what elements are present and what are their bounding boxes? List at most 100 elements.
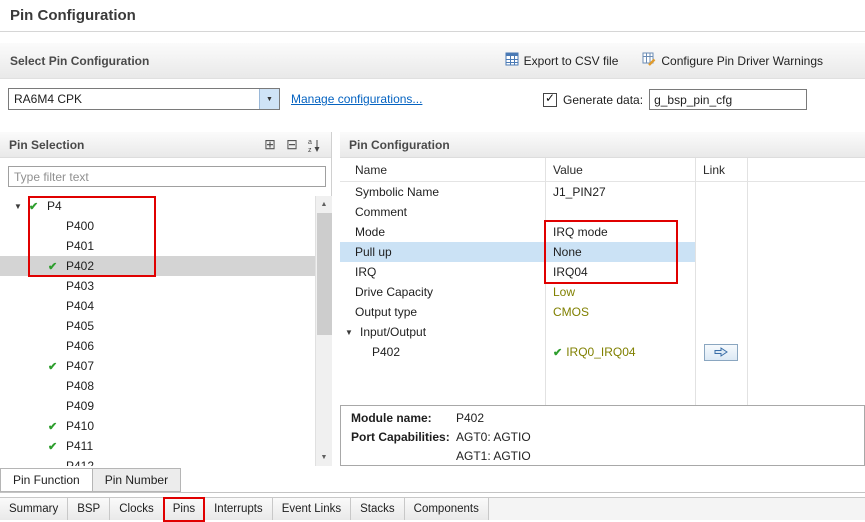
tree-item-p403[interactable]: P403 [0, 276, 315, 296]
tree-item-p4[interactable]: ▼ ✔ P4 [0, 196, 315, 216]
sort-az-icon[interactable]: a z [305, 136, 323, 154]
pin-selection-title: Pin Selection [0, 138, 84, 152]
tree-scrollbar[interactable]: ▲ ▼ [315, 196, 332, 466]
generate-data-checkbox[interactable]: ✓ [543, 93, 557, 107]
generate-data-input[interactable] [649, 89, 807, 110]
manage-configurations-link[interactable]: Manage configurations... [291, 92, 422, 106]
tab-pins[interactable]: Pins [164, 498, 205, 520]
tab-stacks[interactable]: Stacks [351, 498, 405, 520]
tab-label: Interrupts [214, 503, 263, 515]
module-name-label: Module name: [351, 411, 456, 425]
tree-item-label: P4 [46, 199, 62, 213]
generate-data-group: ✓ Generate data: [543, 89, 807, 110]
export-csv-button[interactable]: Export to CSV file [505, 52, 619, 69]
column-header-name[interactable]: Name [340, 163, 545, 177]
chevron-down-icon[interactable]: ▼ [345, 328, 357, 337]
tab-label: Summary [9, 503, 58, 515]
table-row-p402[interactable]: P402 ✔ IRQ0_IRQ04 [340, 342, 865, 362]
column-header-value[interactable]: Value [545, 163, 695, 177]
check-icon: ✔ [553, 346, 562, 359]
collapse-all-icon[interactable]: ⊟ [283, 136, 301, 154]
tab-event-links[interactable]: Event Links [273, 498, 351, 520]
pin-configuration-title: Pin Configuration [340, 138, 450, 152]
tree-item-p404[interactable]: P404 [0, 296, 315, 316]
filter-input[interactable] [8, 166, 326, 187]
tab-interrupts[interactable]: Interrupts [205, 498, 273, 520]
divider [0, 31, 865, 32]
table-row-pull-up[interactable]: Pull up None [340, 242, 865, 262]
chevron-down-icon[interactable]: ▼ [259, 89, 279, 109]
tree-item-label: P408 [65, 379, 94, 393]
tab-pin-function[interactable]: Pin Function [0, 468, 93, 492]
chevron-down-icon[interactable]: ▼ [14, 202, 29, 211]
prop-name: Comment [355, 205, 407, 219]
table-row-symbolic-name[interactable]: Symbolic Name J1_PIN27 [340, 182, 865, 202]
prop-name: Input/Output [360, 325, 426, 339]
port-capability-value: AGT1: AGTIO [456, 449, 531, 463]
pin-tree: ▼ ✔ P4 P400 P401 ✔ P402 P [0, 196, 332, 466]
scroll-down-icon[interactable]: ▼ [316, 449, 332, 466]
tree-item-p409[interactable]: P409 [0, 396, 315, 416]
module-name-value: P402 [456, 411, 484, 425]
tree-item-label: P409 [65, 399, 94, 413]
port-capabilities-line-2: AGT1: AGTIO [341, 444, 864, 463]
table-row-input-output[interactable]: ▼ Input/Output [340, 322, 865, 342]
tab-components[interactable]: Components [405, 498, 489, 520]
tree-rows: ▼ ✔ P4 P400 P401 ✔ P402 P [0, 196, 315, 466]
tab-label: Components [414, 503, 479, 515]
tree-item-p401[interactable]: P401 [0, 236, 315, 256]
check-icon: ✔ [29, 200, 46, 213]
tab-clocks[interactable]: Clocks [110, 498, 164, 520]
tree-item-label: P412 [65, 459, 94, 466]
pin-configuration-header: Pin Configuration [340, 132, 865, 158]
check-icon: ✔ [48, 440, 65, 453]
tree-item-p402[interactable]: ✔ P402 [0, 256, 315, 276]
tree-item-p405[interactable]: P405 [0, 316, 315, 336]
table-row-output-type[interactable]: Output type CMOS [340, 302, 865, 322]
table-row-mode[interactable]: Mode IRQ mode [340, 222, 865, 242]
grid-pencil-icon [642, 52, 656, 69]
prop-name: P402 [372, 345, 400, 359]
tree-item-label: P405 [65, 319, 94, 333]
tree-item-p400[interactable]: P400 [0, 216, 315, 236]
pin-configuration-page: Pin Configuration Select Pin Configurati… [0, 0, 865, 520]
tree-item-p407[interactable]: ✔ P407 [0, 356, 315, 376]
scroll-up-icon[interactable]: ▲ [316, 196, 332, 213]
table-row-irq[interactable]: IRQ IRQ04 [340, 262, 865, 282]
pin-configuration-panel: Pin Configuration Name Value Link Symbol… [340, 132, 865, 466]
tree-item-p412[interactable]: P412 [0, 456, 315, 466]
tree-item-label: P406 [65, 339, 94, 353]
editor-tab-bar: Summary BSP Clocks Pins Interrupts Event… [0, 497, 865, 520]
table-header: Name Value Link [340, 158, 865, 182]
view-tab-bar: Pin Function Pin Number [0, 468, 181, 493]
port-capability-value: AGT0: AGTIO [456, 430, 531, 444]
tab-label: Clocks [119, 503, 154, 515]
column-header-link[interactable]: Link [695, 163, 747, 177]
tree-item-p411[interactable]: ✔ P411 [0, 436, 315, 456]
scrollbar-thumb[interactable] [317, 213, 332, 335]
tab-bsp[interactable]: BSP [68, 498, 110, 520]
tab-summary[interactable]: Summary [0, 498, 68, 520]
prop-name: Pull up [355, 245, 392, 259]
tree-item-p408[interactable]: P408 [0, 376, 315, 396]
checkmark-icon: ✓ [545, 91, 555, 105]
configuration-select[interactable]: RA6M4 CPK ▼ [8, 88, 280, 110]
tab-label: BSP [77, 503, 100, 515]
table-row-comment[interactable]: Comment [340, 202, 865, 222]
tree-item-label: P403 [65, 279, 94, 293]
expand-all-icon[interactable]: ⊞ [261, 136, 279, 154]
tree-item-label: P407 [65, 359, 94, 373]
table-row-drive-capacity[interactable]: Drive Capacity Low [340, 282, 865, 302]
pin-selection-header: Pin Selection ⊞ ⊟ a z [0, 132, 331, 158]
tree-item-label: P404 [65, 299, 94, 313]
export-csv-label: Export to CSV file [524, 54, 619, 68]
tree-item-p410[interactable]: ✔ P410 [0, 416, 315, 436]
tree-item-label: P402 [65, 259, 94, 273]
tab-pin-number[interactable]: Pin Number [92, 468, 181, 492]
prop-name: Mode [355, 225, 385, 239]
tree-item-label: P400 [65, 219, 94, 233]
tree-item-p406[interactable]: P406 [0, 336, 315, 356]
link-arrow-button[interactable] [704, 344, 738, 361]
prop-value: IRQ04 [553, 265, 588, 279]
configure-pin-driver-warnings-button[interactable]: Configure Pin Driver Warnings [642, 52, 823, 69]
